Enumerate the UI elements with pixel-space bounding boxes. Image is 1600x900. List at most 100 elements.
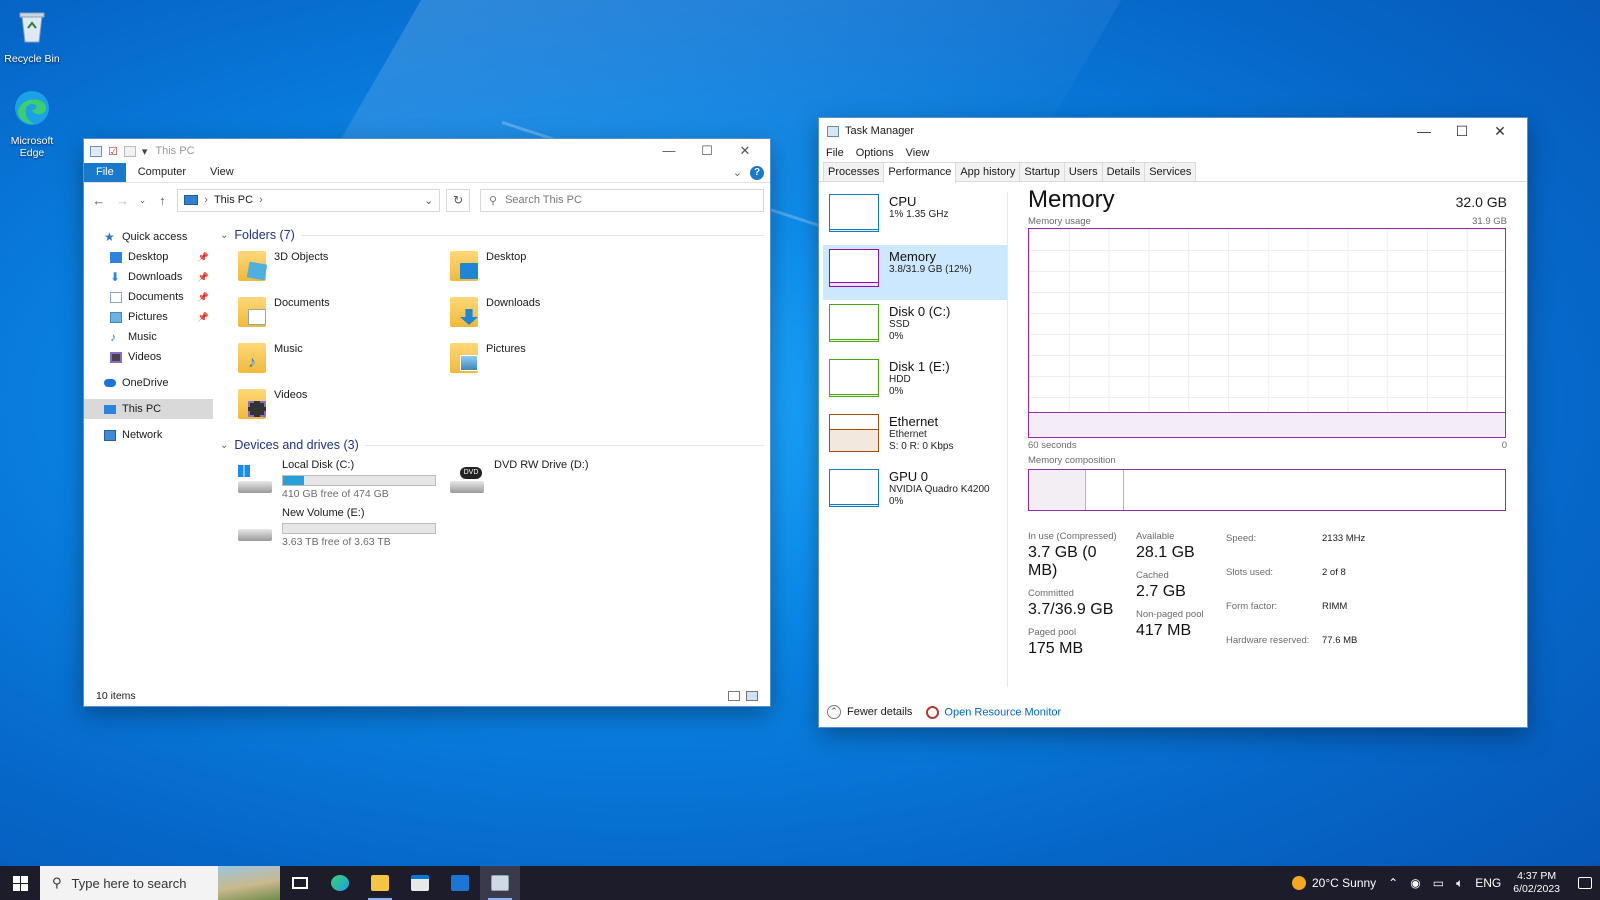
search-box[interactable]: ⚲ Search This PC	[480, 188, 765, 212]
taskbar-app-mail[interactable]	[440, 866, 480, 900]
folder-pictures[interactable]: Pictures	[450, 341, 662, 381]
taskbar-app-file-explorer[interactable]	[360, 866, 400, 900]
perf-item-name: Memory	[889, 249, 936, 264]
address-dropdown-icon[interactable]: ⌄	[424, 194, 433, 207]
composition-free[interactable]	[1124, 470, 1505, 510]
drive-dvd-d[interactable]: DVD DVD RW Drive (D:)	[450, 459, 662, 503]
menu-file[interactable]: File	[826, 147, 844, 159]
drives-group-header[interactable]: ⌄ Devices and drives (3)	[220, 435, 764, 455]
pin-icon[interactable]: 📌	[198, 292, 209, 303]
folder-desktop[interactable]: Desktop	[450, 249, 662, 289]
input-language[interactable]: ENG	[1475, 876, 1501, 890]
search-input[interactable]: Search This PC	[505, 194, 582, 206]
sidebar-item-downloads[interactable]: ⬇ Downloads 📌	[84, 267, 213, 287]
help-icon[interactable]: ?	[750, 165, 764, 180]
folder-3d-objects[interactable]: 3D Objects	[238, 249, 450, 289]
drive-new-volume-e[interactable]: New Volume (E:) 3.63 TB free of 3.63 TB	[238, 507, 450, 551]
close-button[interactable]: ✕	[1481, 123, 1519, 140]
search-highlight-image[interactable]	[218, 866, 280, 900]
drive-icon	[238, 513, 274, 541]
taskbar-app-task-manager[interactable]	[480, 866, 520, 900]
network-icon[interactable]: ▭	[1433, 876, 1444, 890]
fewer-details-button[interactable]: ⌃ Fewer details	[827, 705, 912, 719]
tab-startup[interactable]: Startup	[1019, 162, 1065, 181]
menu-view[interactable]: View	[906, 147, 930, 159]
maximize-button[interactable]: ☐	[688, 143, 726, 159]
perf-item-disk-0[interactable]: Disk 0 (C:) SSD 0%	[823, 300, 1007, 355]
sidebar-item-videos[interactable]: Videos	[84, 347, 213, 367]
taskbar-app-edge[interactable]	[320, 866, 360, 900]
breadcrumb-this-pc[interactable]: This PC	[214, 194, 253, 206]
chevron-up-icon[interactable]: ⌃	[1388, 876, 1398, 890]
refresh-button[interactable]: ↻	[446, 188, 471, 212]
sidebar-item-documents[interactable]: Documents 📌	[84, 287, 213, 307]
breadcrumb-separator-icon[interactable]: ›	[259, 194, 263, 206]
forward-button[interactable]: →	[114, 193, 132, 208]
customize-quick-access-icon[interactable]: ▾	[142, 145, 148, 158]
folder-downloads[interactable]: Downloads	[450, 295, 662, 335]
sidebar-item-desktop[interactable]: Desktop 📌	[84, 247, 213, 267]
taskbar-search-box[interactable]: ⚲ Type here to search	[40, 866, 280, 900]
composition-standby[interactable]	[1086, 470, 1124, 510]
expand-ribbon-icon[interactable]: ⌄	[733, 166, 742, 179]
start-button[interactable]	[0, 866, 40, 900]
minimize-button[interactable]: —	[650, 143, 688, 159]
chevron-down-icon[interactable]: ⌄	[220, 440, 228, 451]
tab-details[interactable]: Details	[1101, 162, 1146, 181]
pin-icon[interactable]: 📌	[198, 252, 209, 263]
meet-now-icon[interactable]: ◉	[1410, 876, 1420, 890]
perf-item-ethernet[interactable]: Ethernet Ethernet S: 0 R: 0 Kbps	[823, 410, 1007, 465]
perf-item-disk-1[interactable]: Disk 1 (E:) HDD 0%	[823, 355, 1007, 410]
sidebar-item-onedrive[interactable]: OneDrive	[84, 373, 213, 393]
new-folder-icon[interactable]	[123, 145, 136, 157]
task-view-button[interactable]	[280, 866, 320, 900]
tab-view[interactable]: View	[198, 163, 246, 182]
close-button[interactable]: ✕	[726, 143, 764, 159]
sidebar-item-this-pc[interactable]: This PC	[84, 399, 213, 419]
taskbar-search-input[interactable]: Type here to search	[72, 876, 187, 891]
tab-app-history[interactable]: App history	[955, 162, 1021, 181]
tab-file[interactable]: File	[84, 163, 126, 182]
pin-icon[interactable]: 📌	[198, 312, 209, 323]
maximize-button[interactable]: ☐	[1443, 123, 1481, 140]
perf-item-cpu[interactable]: CPU 1% 1.35 GHz	[823, 190, 1007, 245]
tab-services[interactable]: Services	[1144, 162, 1197, 181]
weather-widget[interactable]: 20°C Sunny	[1292, 876, 1376, 890]
tab-processes[interactable]: Processes	[823, 162, 885, 181]
taskbar-app-store[interactable]	[400, 866, 440, 900]
menu-options[interactable]: Options	[856, 147, 894, 159]
sidebar-item-music[interactable]: ♪ Music	[84, 327, 213, 347]
up-button[interactable]: ↑	[153, 193, 171, 208]
sidebar-item-network[interactable]: Network	[84, 425, 213, 445]
drive-local-disk-c[interactable]: Local Disk (C:) 410 GB free of 474 GB	[238, 459, 450, 503]
folder-documents[interactable]: Documents	[238, 295, 450, 335]
minimize-button[interactable]: —	[1405, 123, 1443, 140]
recent-locations-button[interactable]: ⌄	[138, 195, 148, 206]
perf-item-memory[interactable]: Memory 3.8/31.9 GB (12%)	[823, 245, 1007, 300]
tab-users[interactable]: Users	[1063, 162, 1103, 181]
notification-center-icon[interactable]	[1578, 877, 1592, 889]
pin-icon[interactable]: 📌	[198, 272, 209, 283]
sidebar-item-quick-access[interactable]: ★ Quick access	[84, 227, 213, 247]
tab-performance[interactable]: Performance	[883, 162, 957, 183]
sidebar-item-pictures[interactable]: Pictures 📌	[84, 307, 213, 327]
large-icons-view-icon[interactable]	[746, 691, 758, 701]
desktop-icon-recycle-bin[interactable]: Recycle Bin	[0, 6, 64, 65]
tab-computer[interactable]: Computer	[126, 163, 198, 182]
chevron-down-icon[interactable]: ⌄	[220, 230, 228, 241]
details-view-icon[interactable]	[728, 691, 740, 701]
folder-videos[interactable]: Videos	[238, 387, 450, 427]
folders-group-header[interactable]: ⌄ Folders (7)	[220, 225, 764, 245]
perf-item-gpu-0[interactable]: GPU 0 NVIDIA Quadro K4200 0%	[823, 465, 1007, 520]
composition-in-use[interactable]	[1029, 470, 1086, 510]
breadcrumb-separator-icon[interactable]: ›	[204, 194, 208, 206]
computer-icon[interactable]	[90, 145, 102, 157]
folder-music[interactable]: ♪ Music	[238, 341, 450, 381]
clock[interactable]: 4:37 PM 6/02/2023	[1513, 870, 1560, 896]
desktop-icon-edge[interactable]: Microsoft Edge	[0, 88, 64, 159]
address-bar[interactable]: › This PC › ⌄	[177, 188, 441, 212]
properties-icon[interactable]: ☑	[108, 145, 118, 158]
volume-icon[interactable]: 🔈︎	[1456, 876, 1463, 891]
back-button[interactable]: ←	[90, 193, 108, 208]
open-resource-monitor-link[interactable]: Open Resource Monitor	[926, 705, 1061, 719]
